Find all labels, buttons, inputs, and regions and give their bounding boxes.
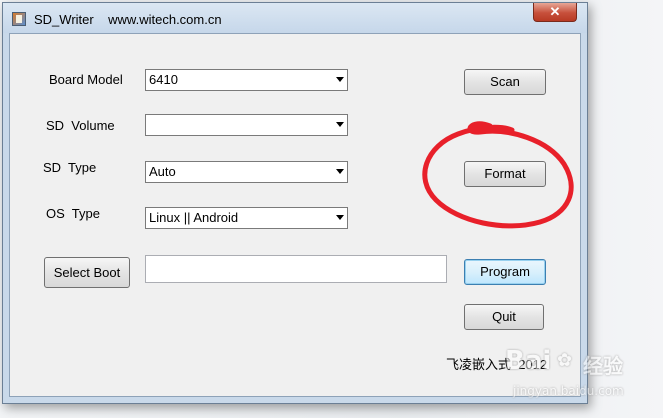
chevron-down-icon <box>336 122 344 127</box>
chevron-down-icon <box>336 169 344 174</box>
board-model-value: 6410 <box>149 72 178 87</box>
format-button[interactable]: Format <box>464 161 546 187</box>
quit-button[interactable]: Quit <box>464 304 544 330</box>
select-boot-button[interactable]: Select Boot <box>44 257 130 288</box>
dialog-client-area: Board Model 6410 SD Volume SD Type Auto … <box>9 33 581 397</box>
sd-type-value: Auto <box>149 164 176 179</box>
chevron-down-icon <box>336 77 344 82</box>
watermark-brand-suffix: 经验 <box>583 354 623 378</box>
app-icon <box>12 12 26 26</box>
title-bar[interactable]: SD_Writer www.witech.com.cn ✕ <box>3 3 587 33</box>
paw-icon: ✿ <box>557 350 573 371</box>
sd-writer-window: SD_Writer www.witech.com.cn ✕ Board Mode… <box>2 2 588 404</box>
board-model-select[interactable]: 6410 <box>145 69 348 91</box>
os-type-label: OS Type <box>46 206 100 221</box>
program-button[interactable]: Program <box>464 259 546 285</box>
scan-button[interactable]: Scan <box>464 69 546 95</box>
watermark-brand: Bai <box>505 346 552 376</box>
os-type-select[interactable]: Linux || Android <box>145 207 348 229</box>
sd-type-label: SD Type <box>43 160 97 175</box>
board-model-label: Board Model <box>49 72 123 87</box>
os-type-value: Linux || Android <box>149 210 239 225</box>
sd-type-select[interactable]: Auto <box>145 161 348 183</box>
sd-volume-label: SD Volume <box>46 118 115 133</box>
window-title: SD_Writer www.witech.com.cn <box>34 12 222 27</box>
sd-volume-select[interactable] <box>145 114 348 136</box>
chevron-down-icon <box>336 215 344 220</box>
watermark-url: jingyan.baidu.com <box>513 384 624 398</box>
close-button[interactable]: ✕ <box>533 3 577 22</box>
boot-path-input[interactable] <box>145 255 447 283</box>
baidu-jingyan-watermark: Bai ✿ 经验 jingyan.baidu.com <box>503 344 653 404</box>
